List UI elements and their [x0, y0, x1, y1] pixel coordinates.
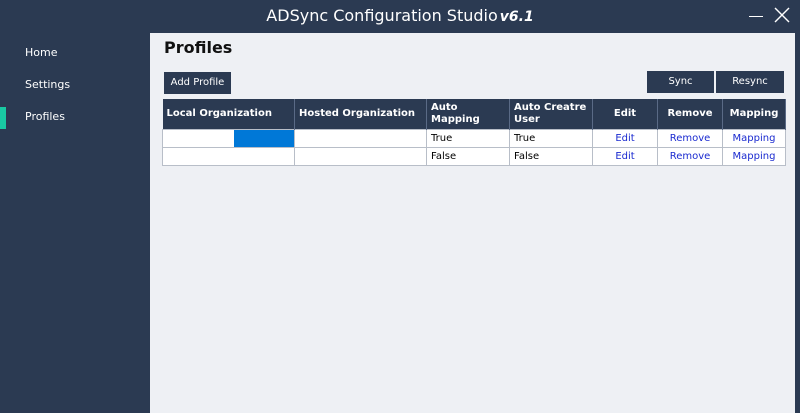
sidebar-item-label: Settings	[25, 78, 71, 91]
auto-mapping-cell[interactable]: True	[426, 129, 510, 148]
sidebar-item-home[interactable]: Home	[0, 41, 150, 65]
hosted-organization-cell[interactable]	[294, 129, 427, 148]
sidebar: Home Settings Profiles	[0, 33, 150, 413]
sidebar-item-label: Home	[25, 46, 58, 59]
table-header-row: Local Organization Hosted Organization A…	[162, 99, 786, 130]
mapping-cell: Mapping	[722, 147, 786, 166]
remove-cell: Remove	[657, 129, 723, 148]
mapping-link[interactable]: Mapping	[733, 151, 776, 162]
add-profile-button[interactable]: Add Profile	[164, 72, 231, 94]
column-header-hosted-organization[interactable]: Hosted Organization	[294, 99, 427, 130]
resync-button[interactable]: Resync	[716, 71, 784, 93]
edit-cell: Edit	[592, 129, 658, 148]
cell-selection-highlight	[234, 130, 294, 147]
local-organization-cell[interactable]	[162, 147, 295, 166]
column-header-edit[interactable]: Edit	[592, 99, 658, 130]
local-organization-cell[interactable]	[162, 129, 295, 148]
table-row[interactable]: True True Edit Remove Mapping	[162, 129, 786, 148]
edit-link[interactable]: Edit	[615, 151, 634, 162]
minimize-icon[interactable]	[749, 16, 763, 17]
remove-link[interactable]: Remove	[670, 151, 711, 162]
auto-create-user-cell[interactable]: False	[509, 147, 593, 166]
column-header-auto-mapping[interactable]: Auto Mapping	[426, 99, 510, 130]
sidebar-item-label: Profiles	[25, 110, 65, 123]
table-row[interactable]: False False Edit Remove Mapping	[162, 147, 786, 166]
close-icon[interactable]	[772, 5, 792, 25]
column-header-remove[interactable]: Remove	[657, 99, 723, 130]
profiles-table: Local Organization Hosted Organization A…	[162, 99, 786, 166]
sidebar-item-profiles[interactable]: Profiles	[0, 105, 150, 129]
column-header-local-organization[interactable]: Local Organization	[162, 99, 295, 130]
window-title: ADSync Configuration Studio v6.1	[0, 6, 800, 27]
column-header-auto-create-user[interactable]: Auto Creatre User	[509, 99, 593, 130]
title-bar: ADSync Configuration Studio v6.1	[0, 0, 800, 33]
page-title: Profiles	[164, 38, 233, 57]
auto-mapping-cell[interactable]: False	[426, 147, 510, 166]
hosted-organization-cell[interactable]	[294, 147, 427, 166]
main-panel: Profiles Add Profile Sync Resync Local O…	[150, 33, 795, 413]
sync-button[interactable]: Sync	[647, 71, 714, 93]
remove-link[interactable]: Remove	[670, 133, 711, 144]
sidebar-item-settings[interactable]: Settings	[0, 73, 150, 97]
auto-create-user-cell[interactable]: True	[509, 129, 593, 148]
remove-cell: Remove	[657, 147, 723, 166]
mapping-cell: Mapping	[722, 129, 786, 148]
app-version: v6.1	[499, 9, 534, 25]
mapping-link[interactable]: Mapping	[733, 133, 776, 144]
column-header-mapping[interactable]: Mapping	[722, 99, 786, 130]
window-right-border	[795, 33, 800, 413]
edit-link[interactable]: Edit	[615, 133, 634, 144]
edit-cell: Edit	[592, 147, 658, 166]
app-title: ADSync Configuration Studio	[266, 6, 498, 25]
